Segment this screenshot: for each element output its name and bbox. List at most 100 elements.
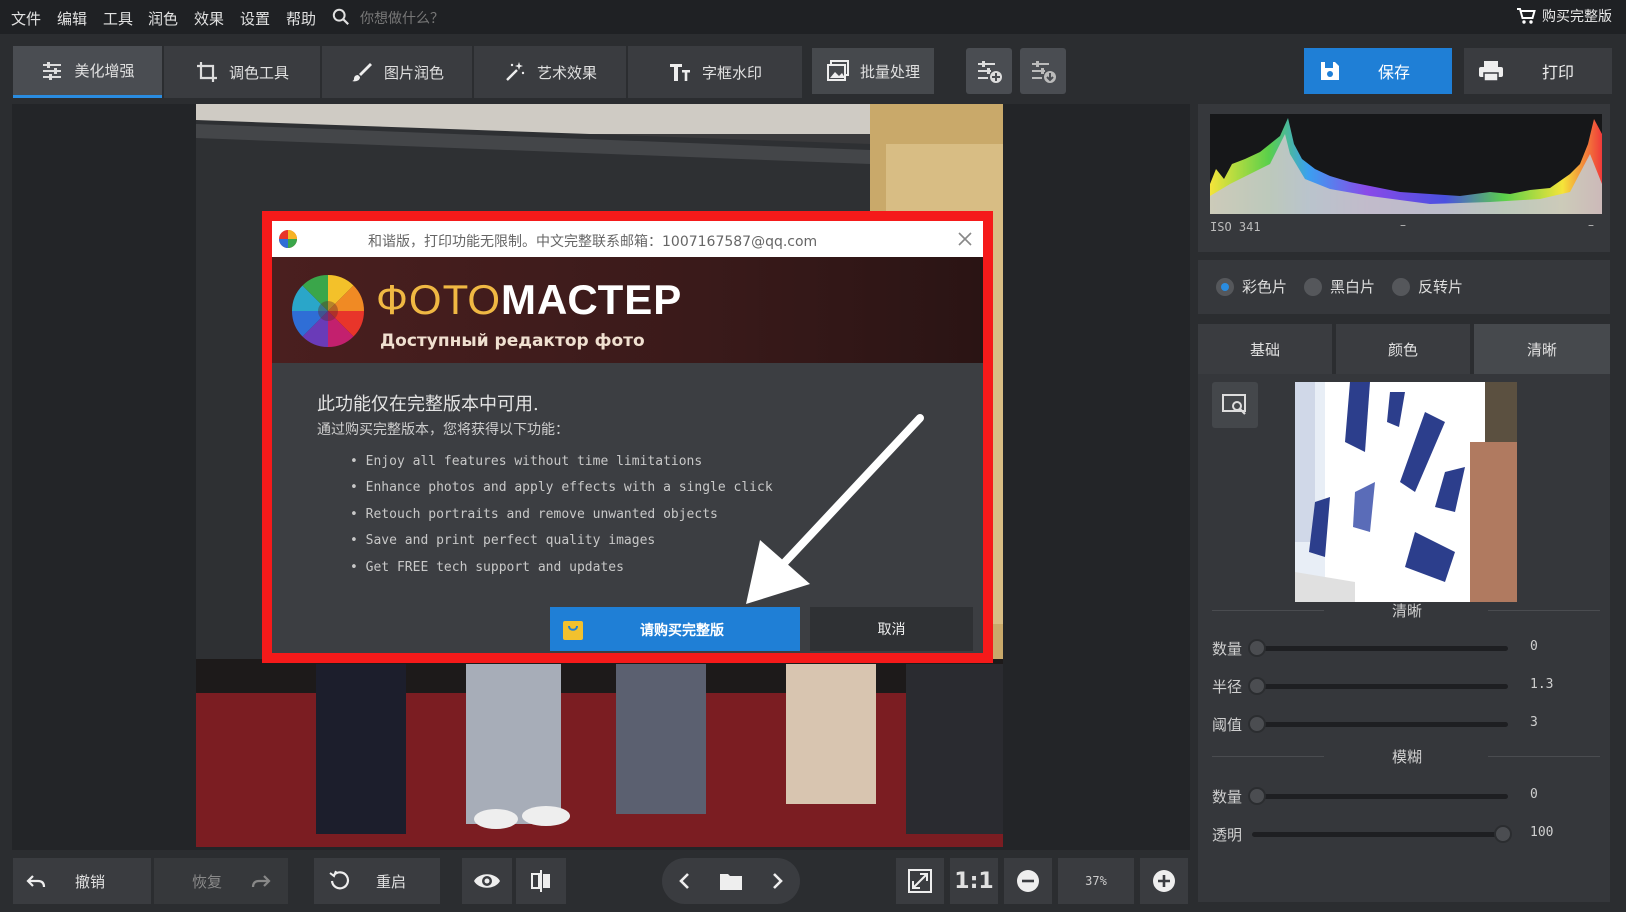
app-logo-icon [279,230,297,248]
slider-knob[interactable] [1248,715,1266,733]
slider-knob[interactable] [1248,677,1266,695]
tab-art-effects[interactable]: 艺术效果 [474,46,626,98]
menu-retouch[interactable]: 润色 [148,8,178,29]
bottom-bar: 撤销 恢复 重启 1:1 37% [0,852,1190,912]
panel-tabs: 基础 颜色 清晰 [1198,324,1610,374]
fit-to-screen-button[interactable] [896,858,944,904]
tab-color-label: 颜色 [1387,340,1418,359]
preview-eye-button[interactable] [462,858,512,904]
feature-item: • Get FREE tech support and updates [350,560,624,575]
slider-label: 半径 [1212,678,1243,696]
buy-full-version-link[interactable]: 购买完整版 [1516,6,1612,26]
arrow-annotation [746,414,924,604]
brand-subtitle: Доступный редактор фото [380,331,645,351]
batch-process-button[interactable]: 批量处理 [812,48,934,94]
chevron-left-icon[interactable] [674,870,696,892]
slider-knob[interactable] [1494,825,1512,843]
zoom-out-button[interactable] [1004,858,1052,904]
slider-sharpen-threshold[interactable]: 阈值 3 [1212,712,1602,736]
slider-knob[interactable] [1248,639,1266,657]
redo-button[interactable]: 恢复 [154,858,288,904]
menu-tools[interactable]: 工具 [103,8,133,29]
cancel-label: 取消 [877,622,906,638]
crop-icon [196,62,217,82]
slider-track[interactable] [1252,794,1508,799]
menu-help[interactable]: 帮助 [286,8,316,29]
slider-track[interactable] [1252,722,1508,727]
tab-basic[interactable]: 基础 [1198,324,1332,374]
slider-blur-opacity[interactable]: 透明 100 [1212,822,1602,846]
feature-item: • Enhance photos and apply effects with … [350,480,773,495]
compare-button[interactable] [516,858,566,904]
slider-track[interactable] [1252,646,1508,651]
sliders-add-icon [978,61,1002,83]
tab-art-effects-label: 艺术效果 [536,63,597,82]
eye-icon [474,874,500,888]
preview-toggle-button[interactable] [1212,382,1258,428]
search-icon[interactable] [332,8,350,26]
expand-icon [908,869,932,893]
zoom-value: 37% [1085,874,1107,888]
brand-name-part1: ФОТО [376,276,502,323]
toolbar: 美化增强 调色工具 图片润色 艺术效果 字框水印 批量处理 保存 打印 [0,34,1626,106]
tab-color[interactable]: 颜色 [1336,324,1470,374]
tab-color-tools[interactable]: 调色工具 [164,46,320,98]
slider-blur-amount[interactable]: 数量 0 [1212,784,1602,808]
slider-track[interactable] [1252,832,1508,837]
blur-section-title: 模糊 [1391,748,1422,766]
close-icon[interactable] [957,231,973,247]
tab-sharpness[interactable]: 清晰 [1474,324,1610,374]
tab-frame-watermark[interactable]: 字框水印 [628,46,802,98]
reset-button[interactable]: 重启 [314,858,440,904]
fotomaster-logo [291,274,365,348]
cancel-button[interactable]: 取消 [810,607,973,651]
floppy-disk-icon [1321,62,1339,80]
slider-sharpen-amount[interactable]: 数量 0 [1212,636,1602,660]
tab-enhance[interactable]: 美化增强 [13,46,162,98]
undo-button[interactable]: 撤销 [13,858,151,904]
brand-name: ФОТОМАСТЕР [376,279,682,321]
histogram-iso: ISO 341 [1210,220,1261,234]
tab-retouch[interactable]: 图片润色 [322,46,472,98]
slider-knob[interactable] [1248,787,1266,805]
radio-bw-film[interactable]: 黑白片 [1304,276,1375,297]
add-preset-button[interactable] [966,48,1012,94]
slider-label: 数量 [1212,788,1243,806]
radio-reversal-film-label: 反转片 [1418,278,1464,296]
folder-icon[interactable] [719,870,743,892]
right-panel: ISO 341 – – 彩色片 黑白片 反转片 基础 颜色 清晰 清晰 数量 0… [1198,104,1618,902]
radio-bw-film-label: 黑白片 [1330,278,1376,296]
save-button[interactable]: 保存 [1304,48,1452,94]
radio-color-film[interactable]: 彩色片 [1216,276,1287,297]
sliders-download-icon [1032,61,1056,83]
radio-reversal-film[interactable]: 反转片 [1392,276,1463,297]
magic-wand-icon [506,62,525,81]
tab-frame-watermark-label: 字框水印 [701,63,762,82]
tab-enhance-label: 美化增强 [74,62,135,80]
menu-settings[interactable]: 设置 [240,8,270,29]
dialog-banner: ФОТОМАСТЕР Доступный редактор фото [272,257,983,363]
actual-size-button[interactable]: 1:1 [950,858,998,904]
feature-item: • Retouch portraits and remove unwanted … [350,507,718,522]
chevron-right-icon[interactable] [766,870,788,892]
menu-effects[interactable]: 效果 [194,8,224,29]
menu-edit[interactable]: 编辑 [57,8,87,29]
download-preset-button[interactable] [1020,48,1066,94]
dialog-heading: 此功能仅在完整版本中可用. [317,394,539,415]
plus-circle-icon [1153,870,1175,892]
slider-sharpen-radius[interactable]: 半径 1.3 [1212,674,1602,698]
menu-file[interactable]: 文件 [11,8,41,29]
actual-size-label: 1:1 [954,868,994,894]
image-navigation [662,858,800,904]
zoom-level[interactable]: 37% [1058,858,1134,904]
print-button[interactable]: 打印 [1464,48,1612,94]
feature-item: • Save and print perfect quality images [350,533,656,548]
buy-link-label: 购买完整版 [1542,9,1612,25]
sharpness-panel: 清晰 数量 0 半径 1.3 阈值 3 模糊 数量 0 透明 100 [1198,374,1610,902]
slider-track[interactable] [1252,684,1508,689]
dialog-subheading: 通过购买完整版本，您将获得以下功能： [317,422,569,438]
search-input[interactable]: 你想做什么？ [360,8,444,28]
undo-label: 撤销 [75,872,106,891]
buy-full-version-button[interactable]: 请购买完整版 [550,607,800,651]
zoom-in-button[interactable] [1140,858,1188,904]
